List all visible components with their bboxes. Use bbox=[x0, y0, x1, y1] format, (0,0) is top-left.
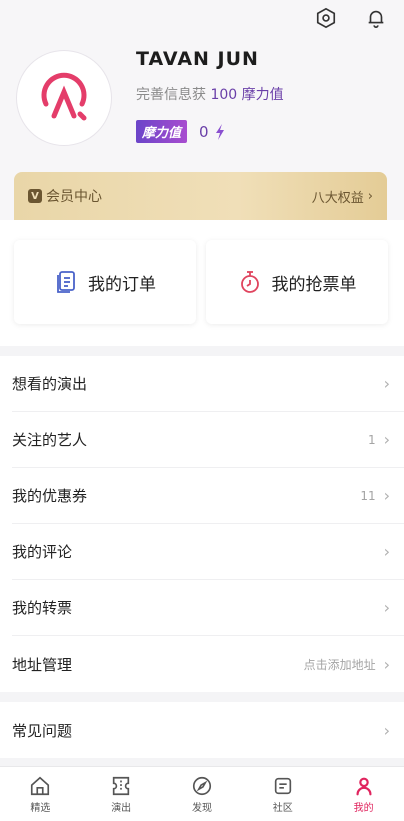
community-icon bbox=[274, 777, 291, 794]
chevron-right-icon: › bbox=[367, 188, 373, 204]
list-item-faq[interactable]: 常见问题 › bbox=[12, 702, 404, 758]
tab-discover[interactable]: 发现 bbox=[162, 767, 243, 821]
profile-icon bbox=[356, 777, 372, 795]
list-item-right: › bbox=[376, 598, 390, 617]
chevron-right-icon: › bbox=[383, 598, 390, 617]
list-item-right: 1 › bbox=[368, 430, 390, 449]
help-list: 常见问题 › bbox=[0, 702, 404, 758]
list-item-watchlist[interactable]: 想看的演出 › bbox=[12, 356, 404, 412]
lightning-icon bbox=[215, 123, 224, 140]
profile-completion-hint[interactable]: 完善信息获 100 摩力值 bbox=[136, 84, 284, 104]
home-icon bbox=[31, 776, 50, 795]
completion-reward: 100 摩力值 bbox=[210, 87, 284, 103]
list-item-label: 想看的演出 bbox=[12, 375, 88, 393]
my-orders-card[interactable]: 我的订单 bbox=[14, 240, 196, 324]
list-item-reviews[interactable]: 我的评论 › bbox=[12, 524, 404, 580]
my-orders-label: 我的订单 bbox=[88, 274, 156, 295]
list-item-coupons[interactable]: 我的优惠券 11 › bbox=[12, 468, 404, 524]
list-item-right: 点击添加地址 › bbox=[304, 655, 390, 674]
list-item-label: 我的评论 bbox=[12, 543, 73, 561]
username[interactable]: TAVAN JUN bbox=[136, 48, 259, 70]
list-item-right: › bbox=[376, 374, 390, 393]
menu-list: 想看的演出 › 关注的艺人 1 › 我的优惠券 11 › 我的评论 › 我的转票… bbox=[0, 356, 404, 692]
tab-label: 精选 bbox=[30, 802, 51, 814]
list-item-followed-artists[interactable]: 关注的艺人 1 › bbox=[12, 412, 404, 468]
tab-featured[interactable]: 精选 bbox=[0, 767, 81, 821]
top-actions bbox=[314, 6, 388, 30]
vip-benefits-link[interactable]: 八大权益 › bbox=[312, 187, 373, 206]
completion-prefix: 完善信息获 bbox=[136, 87, 206, 103]
chevron-right-icon: › bbox=[383, 374, 390, 393]
vip-center-label: 会员中心 bbox=[46, 189, 102, 205]
compass-icon bbox=[192, 776, 212, 795]
vip-badge-icon: V bbox=[28, 189, 42, 203]
settings-icon[interactable] bbox=[314, 6, 338, 30]
list-item-label: 我的转票 bbox=[12, 599, 73, 617]
orders-section: 我的订单 我的抢票单 bbox=[0, 220, 404, 346]
list-item-address[interactable]: 地址管理 点击添加地址 › bbox=[12, 636, 404, 692]
vip-benefits-label: 八大权益 bbox=[311, 190, 364, 206]
moli-points-row[interactable]: 摩力值 0 bbox=[136, 120, 225, 143]
list-item-ticket-transfer[interactable]: 我的转票 › bbox=[12, 580, 404, 636]
list-item-label: 常见问题 bbox=[12, 721, 73, 740]
bottom-tab-bar: 精选 演出 发现 社区 我的 bbox=[0, 766, 404, 821]
tab-label: 社区 bbox=[272, 802, 293, 814]
tab-label: 演出 bbox=[111, 802, 132, 814]
list-item-label: 地址管理 bbox=[12, 655, 73, 674]
list-item-value: 点击添加地址 bbox=[303, 657, 376, 672]
list-item-right: › bbox=[376, 721, 390, 740]
bell-icon[interactable] bbox=[364, 6, 388, 30]
chevron-right-icon: › bbox=[383, 430, 390, 449]
app-logo-icon bbox=[41, 72, 87, 121]
vip-center-left: V 会员中心 bbox=[28, 186, 102, 206]
chevron-right-icon: › bbox=[383, 720, 390, 740]
order-list-icon bbox=[57, 271, 75, 293]
vip-center-bar[interactable]: V 会员中心 八大权益 › bbox=[14, 172, 387, 220]
list-item-value: 11 bbox=[360, 488, 376, 503]
avatar[interactable] bbox=[16, 50, 112, 146]
stopwatch-icon bbox=[240, 271, 259, 293]
chevron-right-icon: › bbox=[383, 654, 390, 674]
list-item-value: 1 bbox=[367, 432, 376, 447]
list-item-right: › bbox=[376, 542, 390, 561]
tab-shows[interactable]: 演出 bbox=[81, 767, 162, 821]
moli-value: 0 bbox=[199, 122, 209, 141]
chevron-right-icon: › bbox=[383, 486, 390, 505]
tab-community[interactable]: 社区 bbox=[242, 767, 323, 821]
my-ticket-grabs-label: 我的抢票单 bbox=[271, 274, 357, 295]
list-item-label: 关注的艺人 bbox=[12, 431, 88, 449]
chevron-right-icon: › bbox=[383, 542, 390, 561]
list-item-right: 11 › bbox=[360, 486, 390, 505]
tab-me[interactable]: 我的 bbox=[323, 767, 404, 821]
moli-tag: 摩力值 bbox=[136, 120, 188, 143]
moli-value-wrap: 0 bbox=[199, 123, 225, 141]
ticket-icon bbox=[113, 776, 130, 795]
tab-label: 发现 bbox=[191, 802, 212, 814]
tab-label: 我的 bbox=[353, 802, 374, 814]
my-ticket-grabs-card[interactable]: 我的抢票单 bbox=[206, 240, 388, 324]
list-item-label: 我的优惠券 bbox=[12, 487, 88, 505]
